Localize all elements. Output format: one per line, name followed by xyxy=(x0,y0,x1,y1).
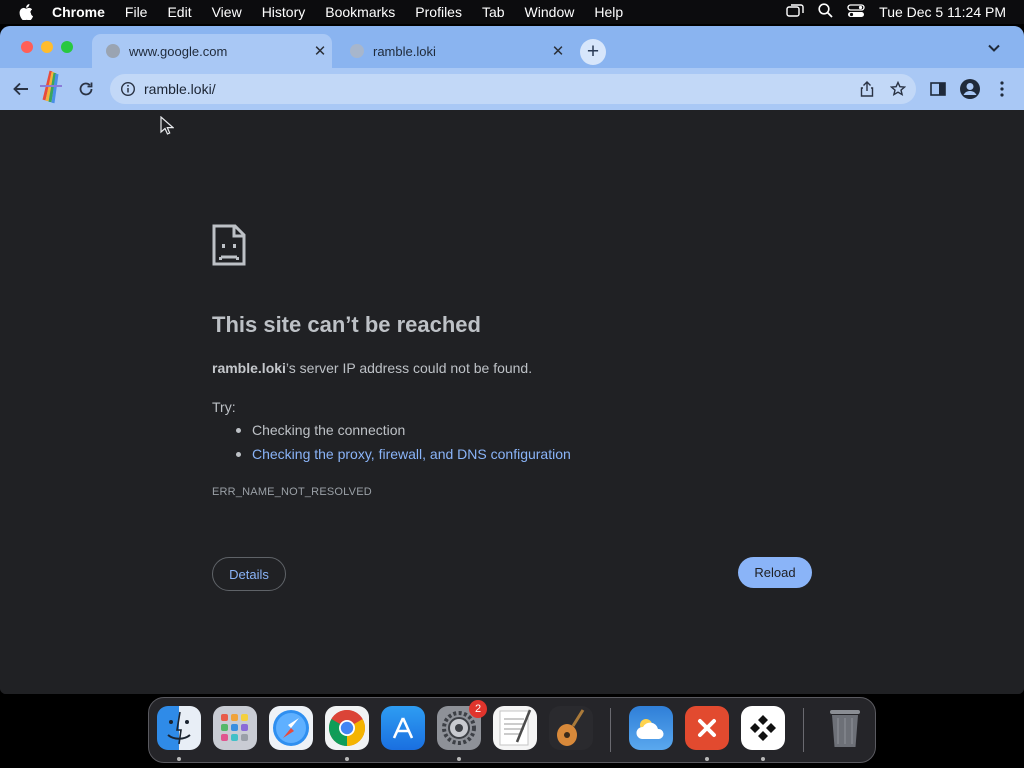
new-tab-button[interactable]: + xyxy=(580,39,606,65)
try-label: Try: xyxy=(212,399,236,415)
apple-menu-icon[interactable] xyxy=(0,4,52,20)
remote-desktop-running-indicator xyxy=(705,757,709,761)
trash-icon[interactable] xyxy=(823,706,867,750)
menu-view[interactable]: View xyxy=(202,0,252,24)
macos-menu-bar: Chrome File Edit View History Bookmarks … xyxy=(0,0,1024,24)
tab-close-icon[interactable]: ✕ xyxy=(546,42,570,60)
finder-icon[interactable] xyxy=(157,706,201,750)
tab-title: www.google.com xyxy=(129,43,228,59)
control-center-icon[interactable] xyxy=(847,3,865,21)
error-message-text: ’s server IP address could not be found. xyxy=(285,360,533,376)
url-text[interactable]: ramble.loki/ xyxy=(144,81,216,97)
dock-separator xyxy=(610,708,611,752)
launchpad-icon[interactable] xyxy=(213,706,257,750)
address-bar[interactable]: ramble.loki/ xyxy=(110,74,916,104)
tab-title: ramble.loki xyxy=(373,43,436,59)
tab-close-icon[interactable]: ✕ xyxy=(308,42,332,60)
notification-badge: 2 xyxy=(469,700,487,718)
tab-google[interactable]: www.google.com ✕ xyxy=(92,34,332,68)
system-settings-icon[interactable]: 2 xyxy=(437,700,487,750)
browser-toolbar: ramble.loki/ xyxy=(0,68,1024,110)
suggestion-proxy-firewall-dns-link[interactable]: Checking the proxy, firewall, and DNS co… xyxy=(236,446,571,470)
profile-logo-icon xyxy=(38,70,64,104)
bookmark-star-icon[interactable] xyxy=(889,80,907,102)
error-message: ramble.loki’s server IP address could no… xyxy=(212,360,532,376)
menu-profiles[interactable]: Profiles xyxy=(405,0,472,24)
chrome-icon[interactable] xyxy=(325,706,369,750)
menu-help[interactable]: Help xyxy=(584,0,633,24)
more-menu-icon[interactable] xyxy=(990,77,1014,101)
error-page: This site can’t be reached ramble.loki’s… xyxy=(0,110,1024,694)
details-button[interactable]: Details xyxy=(212,557,286,591)
mouse-pointer-icon xyxy=(160,115,175,136)
system-settings-running-indicator xyxy=(457,757,461,761)
menu-window[interactable]: Window xyxy=(515,0,585,24)
sad-page-icon xyxy=(212,224,246,266)
weather-icon[interactable] xyxy=(629,706,673,750)
tuple-icon[interactable] xyxy=(741,706,785,750)
menu-history[interactable]: History xyxy=(252,0,316,24)
side-panel-icon[interactable] xyxy=(926,77,950,101)
error-heading: This site can’t be reached xyxy=(212,312,481,337)
back-arrow-icon[interactable] xyxy=(9,77,33,101)
tab-strip: www.google.com ✕ ramble.loki ✕ + xyxy=(0,26,1024,68)
window-maximize-button[interactable] xyxy=(61,41,73,53)
site-info-icon[interactable] xyxy=(120,81,136,97)
error-host: ramble.loki xyxy=(212,360,286,376)
globe-favicon-icon xyxy=(350,44,364,58)
reload-icon[interactable] xyxy=(74,77,98,101)
macos-dock: 2 xyxy=(148,697,876,763)
tuple-running-indicator xyxy=(761,757,765,761)
menu-app-name[interactable]: Chrome xyxy=(52,0,115,24)
window-close-button[interactable] xyxy=(21,41,33,53)
chrome-running-indicator xyxy=(345,757,349,761)
screen-mirroring-icon[interactable] xyxy=(786,3,804,21)
finder-running-indicator xyxy=(177,757,181,761)
tab-search-chevron-down-icon[interactable] xyxy=(984,38,1004,58)
menubar-clock[interactable]: Tue Dec 5 11:24 PM xyxy=(879,4,1006,20)
chrome-window: www.google.com ✕ ramble.loki ✕ + ramble.… xyxy=(0,26,1024,694)
window-minimize-button[interactable] xyxy=(41,41,53,53)
reload-button[interactable]: Reload xyxy=(738,557,812,588)
share-icon[interactable] xyxy=(860,81,874,102)
garageband-icon[interactable] xyxy=(549,706,593,750)
spotlight-search-icon[interactable] xyxy=(818,3,833,21)
menu-file[interactable]: File xyxy=(115,0,158,24)
globe-favicon-icon xyxy=(106,44,120,58)
textedit-icon[interactable] xyxy=(493,706,537,750)
safari-icon[interactable] xyxy=(269,706,313,750)
suggestion-list: Checking the connection Checking the pro… xyxy=(236,422,571,470)
suggestion-check-connection: Checking the connection xyxy=(236,422,571,446)
menu-edit[interactable]: Edit xyxy=(157,0,201,24)
app-store-icon[interactable] xyxy=(381,706,425,750)
menu-tab[interactable]: Tab xyxy=(472,0,515,24)
profile-avatar-icon[interactable] xyxy=(958,77,982,101)
remote-desktop-icon[interactable] xyxy=(685,706,729,750)
error-code: ERR_NAME_NOT_RESOLVED xyxy=(212,486,372,498)
tab-ramble-loki[interactable]: ramble.loki ✕ xyxy=(336,34,570,68)
menu-bookmarks[interactable]: Bookmarks xyxy=(315,0,405,24)
dock-separator xyxy=(803,708,804,752)
